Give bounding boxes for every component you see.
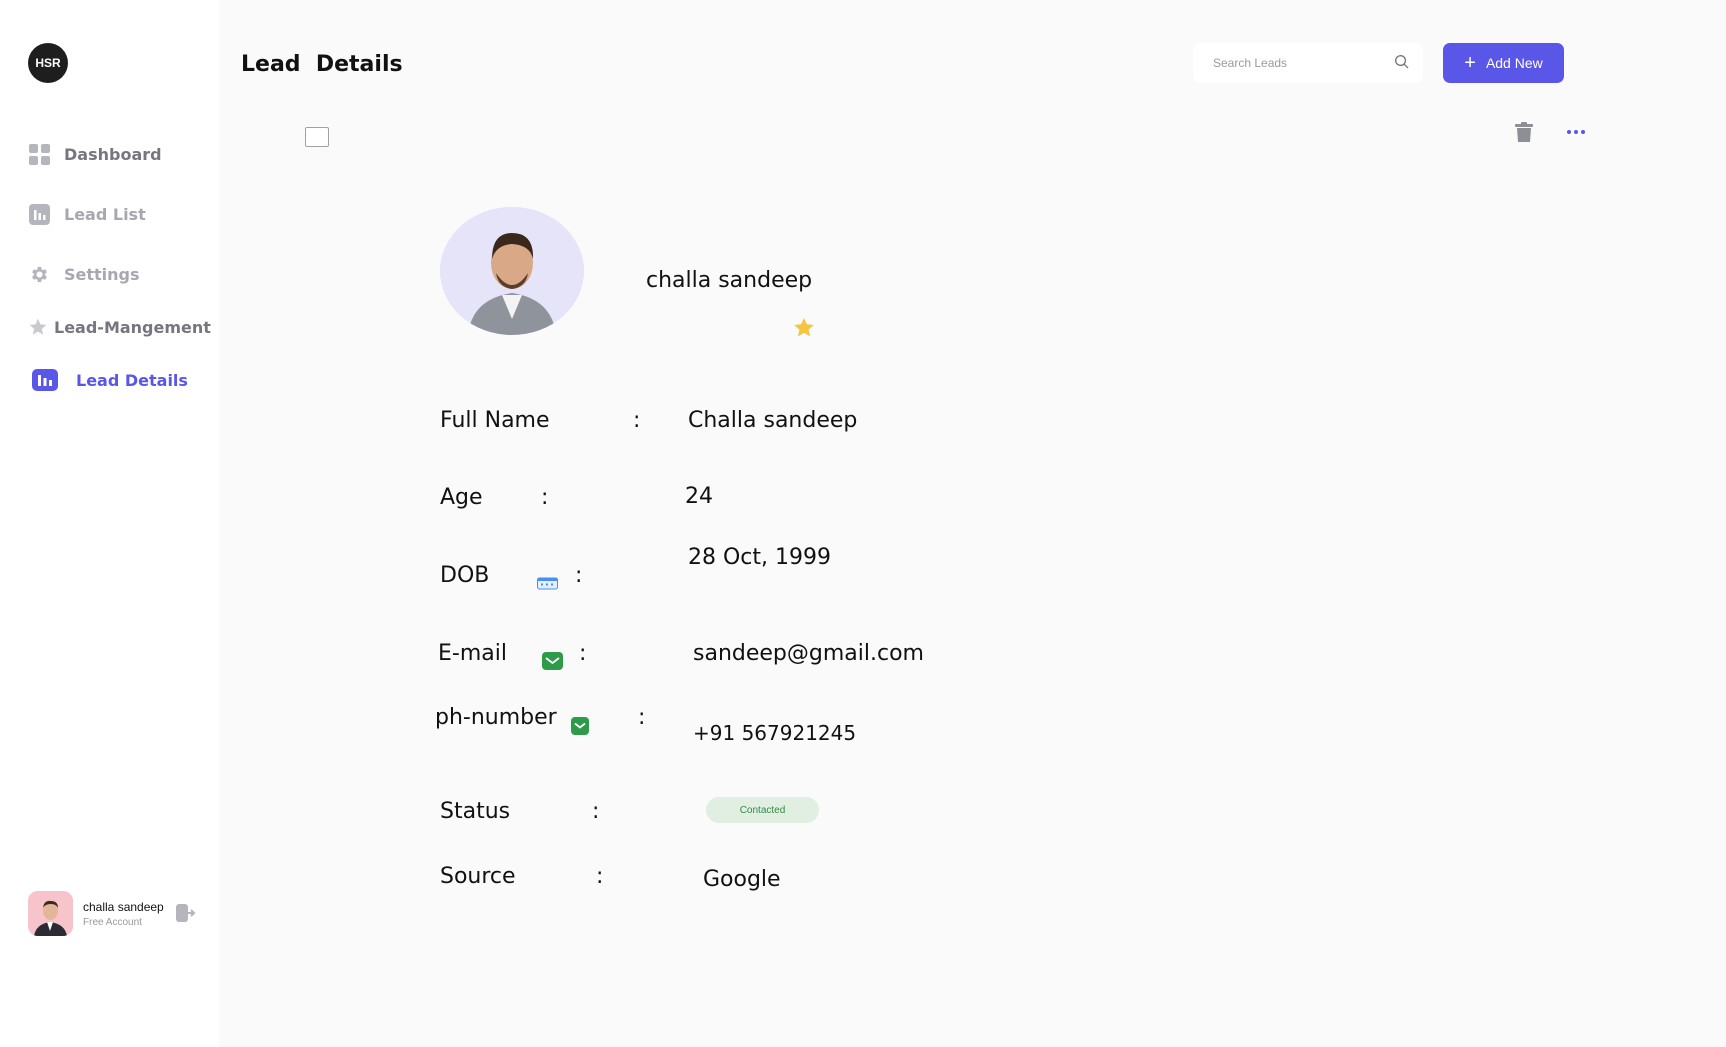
sidebar-item-dashboard[interactable]: Dashboard	[28, 143, 162, 165]
trash-icon[interactable]	[1515, 122, 1533, 147]
separator: :	[579, 641, 587, 666]
dob-value: 28 Oct, 1999	[688, 545, 831, 570]
sidebar-item-label: Dashboard	[64, 144, 162, 164]
avatar	[28, 891, 73, 936]
sidebar-item-label: Lead-Mangement	[54, 317, 211, 337]
user-plan: Free Account	[83, 916, 142, 928]
age-value: 24	[685, 484, 713, 509]
profile-photo	[440, 207, 584, 335]
separator: :	[541, 485, 549, 510]
main-content: Lead Details + Add New challa sandeep Fu…	[219, 0, 1726, 1047]
separator: :	[575, 563, 583, 588]
gear-icon	[28, 263, 50, 285]
mail-icon	[571, 717, 589, 739]
calendar-icon	[537, 575, 558, 594]
status-badge: Contacted	[706, 797, 819, 823]
page-title: Lead Details	[241, 52, 403, 77]
separator: :	[596, 864, 604, 889]
user-name: challa sandeep	[83, 899, 164, 914]
grid-icon	[28, 143, 50, 165]
logout-icon[interactable]	[176, 904, 196, 926]
email-label: E-mail	[438, 641, 507, 666]
sidebar-item-lead-mangement[interactable]: Lead-Mangement	[28, 316, 211, 338]
sidebar: HSR Dashboard Lead List Settings Lead-Ma…	[0, 0, 219, 1047]
plus-icon: +	[1464, 52, 1476, 74]
source-value: Google	[703, 867, 781, 892]
separator: :	[633, 408, 641, 433]
add-new-label: Add New	[1485, 55, 1543, 71]
sidebar-item-label: Lead Details	[76, 370, 188, 390]
star-icon	[28, 316, 48, 338]
app-logo[interactable]: HSR	[28, 43, 68, 83]
email-value: sandeep@gmail.com	[693, 641, 924, 666]
separator: :	[638, 705, 646, 730]
phone-value: +91 567921245	[693, 721, 857, 745]
full-name-value: Challa sandeep	[688, 408, 858, 433]
phone-label: ph-number	[435, 705, 557, 730]
user-card[interactable]: challa sandeep Free Account	[28, 891, 164, 936]
search-icon[interactable]	[1394, 54, 1409, 73]
profile-name: challa sandeep	[646, 268, 813, 293]
sidebar-item-lead-details[interactable]: Lead Details	[32, 369, 188, 391]
status-label: Status	[440, 799, 511, 824]
sidebar-item-lead-list[interactable]: Lead List	[28, 203, 146, 225]
age-label: Age	[440, 485, 483, 510]
star-icon[interactable]	[794, 318, 814, 341]
sidebar-item-label: Settings	[64, 264, 140, 284]
sidebar-item-label: Lead List	[64, 204, 146, 224]
sidebar-item-settings[interactable]: Settings	[28, 263, 140, 285]
dob-label: DOB	[440, 563, 490, 588]
bar-chart-icon	[32, 369, 58, 391]
mail-icon	[542, 652, 563, 674]
bar-chart-icon	[28, 203, 50, 225]
add-new-button[interactable]: + Add New	[1443, 43, 1564, 83]
separator: :	[592, 799, 600, 824]
more-options-icon[interactable]	[1567, 130, 1585, 134]
source-label: Source	[440, 864, 516, 889]
search-input[interactable]	[1213, 56, 1394, 70]
search-box[interactable]	[1193, 43, 1423, 83]
full-name-label: Full Name	[440, 408, 550, 433]
select-checkbox[interactable]	[305, 127, 329, 147]
